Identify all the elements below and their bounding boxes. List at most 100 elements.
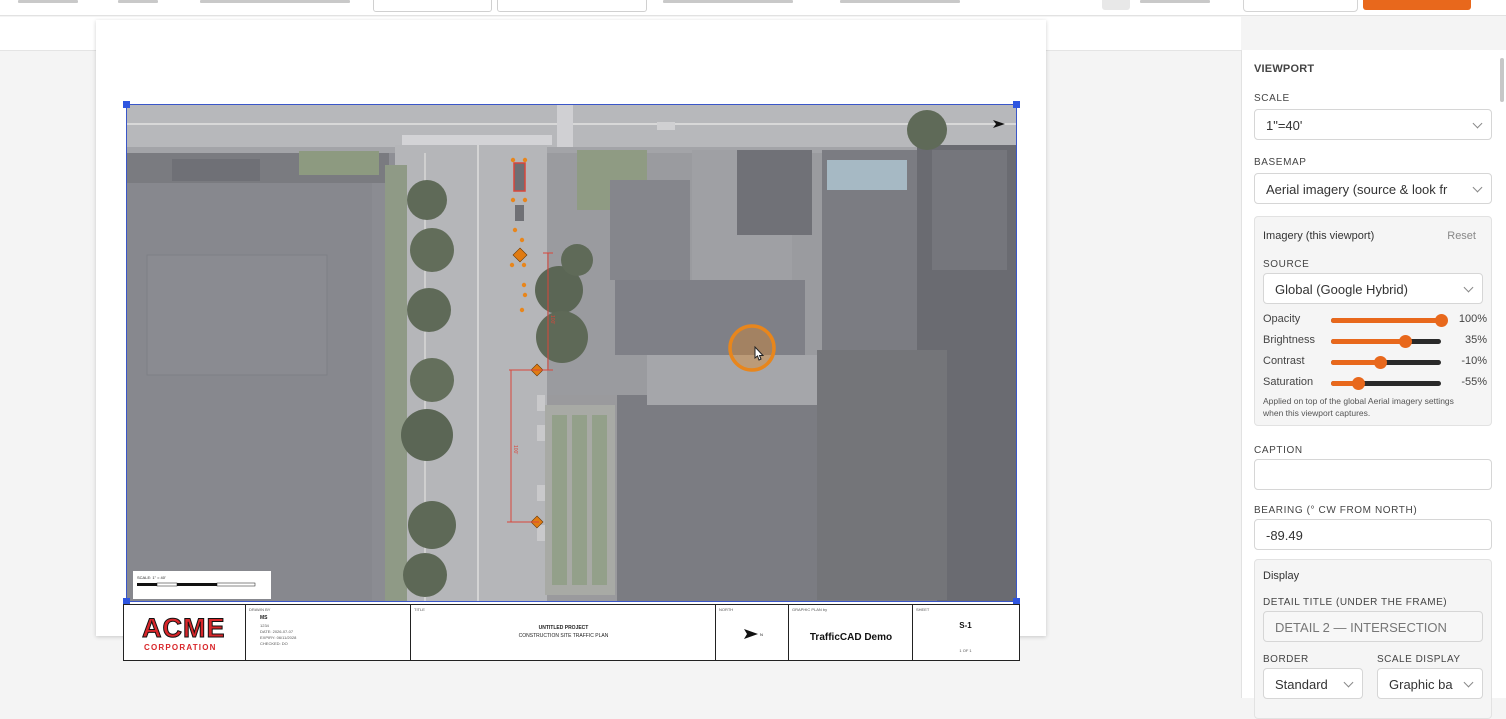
scale-select[interactable]: 1"=40' [1254, 109, 1492, 140]
caption-label: CAPTION [1254, 445, 1303, 456]
detail-title-label: DETAIL TITLE (UNDER THE FRAME) [1263, 597, 1448, 608]
panel-scrollbar[interactable] [1500, 58, 1504, 102]
svg-text:N: N [760, 632, 763, 637]
slider-knob[interactable] [1434, 314, 1448, 327]
brightness-slider[interactable]: Brightness 35% [1263, 334, 1487, 348]
plan-by-value: TrafficCAD Demo [809, 632, 893, 643]
slider-label: Brightness [1263, 334, 1315, 346]
resize-handle[interactable] [123, 101, 130, 108]
scale-bar-label: SCALE: 1" = 40' [137, 575, 166, 580]
sheet-of: 1 OF 1 [959, 648, 972, 653]
acme-logo: ACME [142, 613, 226, 644]
toolbar-item[interactable] [840, 0, 960, 3]
sheet-number: S-1 [959, 621, 972, 630]
border-label: BORDER [1263, 654, 1309, 665]
bearing-input[interactable]: -89.49 [1254, 519, 1492, 550]
slider-knob[interactable] [1352, 377, 1365, 390]
title-block: ACME CORPORATION DRAWN BY MS 1234 DATE: … [123, 604, 1020, 661]
bearing-label: BEARING (° CW FROM NORTH) [1254, 505, 1418, 516]
panel-heading: VIEWPORT [1254, 63, 1315, 75]
north-label: NORTH [719, 607, 734, 612]
toolbar-ghost-button[interactable] [1243, 0, 1358, 12]
scale-display-value: Graphic ba [1389, 677, 1453, 692]
opacity-slider[interactable]: Opacity 100% [1263, 313, 1487, 327]
sheet-number-cell: SHEET S-1 1 OF 1 [913, 605, 1018, 660]
scale-value: 1"=40' [1266, 118, 1303, 133]
scale-label: SCALE [1254, 93, 1290, 104]
slider-value: -10% [1461, 355, 1487, 367]
contrast-slider[interactable]: Contrast -10% [1263, 355, 1487, 369]
project-title: UNTITLED PROJECT [538, 625, 589, 631]
toolbar-select[interactable] [373, 0, 492, 12]
slider-knob[interactable] [1398, 335, 1412, 348]
slider-track[interactable] [1331, 314, 1448, 327]
drawn-by-label: DRAWN BY [249, 607, 271, 612]
drawn-line: CHECKED: DO [260, 641, 288, 646]
toolbar-item[interactable] [18, 0, 78, 3]
drawn-line: EXPIRY: 06/11/2028 [260, 635, 297, 640]
toolbar-icon-button[interactable] [1102, 0, 1130, 10]
drawn-by-cell: DRAWN BY MS 1234 DATE: 2026-07-07 EXPIRY… [246, 605, 411, 660]
viewport-properties-panel: VIEWPORT SCALE 1"=40' BASEMAP Aerial ima… [1241, 50, 1506, 719]
sheet-label: SHEET [916, 607, 930, 612]
chevron-down-icon [1472, 118, 1483, 129]
dimension-label: 100' [512, 445, 518, 454]
display-settings-box: Display DETAIL TITLE (UNDER THE FRAME) D… [1254, 559, 1492, 719]
imagery-note: Applied on top of the global Aerial imag… [1263, 396, 1454, 418]
drawn-line: DATE: 2026-07-07 [260, 629, 294, 634]
display-title: Display [1263, 570, 1300, 582]
primary-action-button[interactable] [1363, 0, 1471, 10]
plan-by-label: GRAPHIC PLAN by [792, 607, 828, 612]
top-toolbar [0, 0, 1506, 16]
slider-value: 100% [1458, 313, 1487, 325]
project-subtitle: CONSTRUCTION SITE TRAFFIC PLAN [518, 633, 609, 639]
source-select[interactable]: Global (Google Hybrid) [1263, 273, 1483, 304]
reset-button[interactable]: Reset [1447, 230, 1476, 242]
title-label: TITLE [414, 607, 425, 612]
slider-track[interactable] [1331, 335, 1441, 348]
basemap-value: Aerial imagery (source & look fr [1266, 182, 1448, 197]
caption-input[interactable] [1254, 459, 1492, 490]
slider-knob[interactable] [1374, 356, 1387, 369]
toolbar-select[interactable] [497, 0, 647, 12]
drawn-by-value: MS [260, 615, 268, 621]
toolbar-item[interactable] [1140, 0, 1210, 3]
dimension-label: 100' [549, 315, 555, 324]
north-arrow-icon: N [744, 629, 763, 639]
slider-value: 35% [1464, 334, 1487, 346]
border-select[interactable]: Standard [1263, 668, 1363, 699]
saturation-slider[interactable]: Saturation -55% [1263, 376, 1487, 390]
scale-display-select[interactable]: Graphic ba [1377, 668, 1483, 699]
slider-label: Saturation [1263, 376, 1314, 388]
slider-label: Opacity [1263, 313, 1301, 325]
drawn-line: 1234 [260, 623, 269, 628]
detail-title-input[interactable]: DETAIL 2 — INTERSECTION [1263, 611, 1483, 642]
slider-track[interactable] [1331, 377, 1441, 390]
basemap-select[interactable]: Aerial imagery (source & look fr [1254, 173, 1492, 204]
project-title-cell: TITLE UNTITLED PROJECT CONSTRUCTION SITE… [411, 605, 716, 660]
basemap-label: BASEMAP [1254, 157, 1307, 168]
border-value: Standard [1275, 677, 1328, 692]
aerial-map-viewport[interactable]: 100' 100' SCALE: 1" = 40' [127, 105, 1016, 601]
chevron-down-icon [1463, 677, 1474, 688]
aerial-imagery: 100' 100' SCALE: 1" = 40' [127, 105, 1016, 601]
toolbar-item[interactable] [200, 0, 350, 3]
resize-handle[interactable] [1013, 101, 1020, 108]
slider-track[interactable] [1331, 356, 1441, 369]
source-value: Global (Google Hybrid) [1275, 282, 1408, 297]
chevron-down-icon [1343, 677, 1354, 688]
source-label: SOURCE [1263, 259, 1310, 270]
acme-logo-subtitle: CORPORATION [144, 643, 217, 652]
toolbar-item[interactable] [118, 0, 158, 3]
scale-display-label: SCALE DISPLAY [1377, 654, 1461, 665]
slider-fill [1331, 318, 1441, 323]
logo-cell: ACME CORPORATION [124, 605, 246, 660]
imagery-settings-box: Imagery (this viewport) Reset SOURCE Glo… [1254, 216, 1492, 426]
toolbar-item[interactable] [663, 0, 793, 3]
plan-by-cell: GRAPHIC PLAN by TrafficCAD Demo [789, 605, 913, 660]
chevron-down-icon [1472, 182, 1483, 193]
slider-fill [1331, 339, 1406, 344]
chevron-down-icon [1463, 282, 1474, 293]
slider-label: Contrast [1263, 355, 1305, 367]
cursor-pointer-icon [754, 346, 765, 361]
